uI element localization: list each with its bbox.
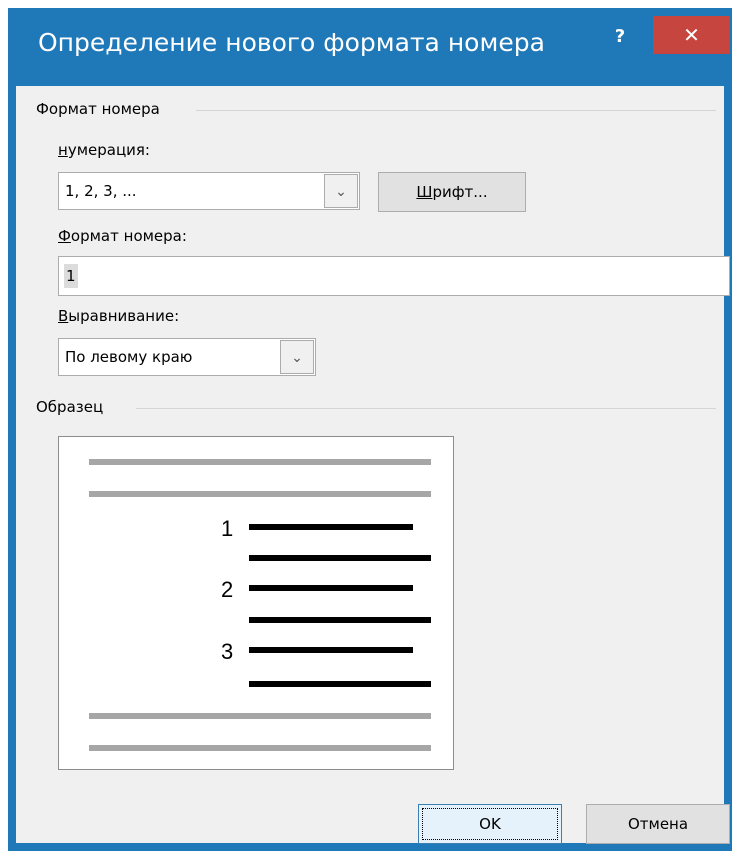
- dialog-title: Определение нового формата номера: [38, 28, 545, 57]
- ok-button[interactable]: OK: [418, 804, 562, 844]
- font-button[interactable]: Шрифт...: [378, 172, 526, 212]
- group-title-preview: Образец: [36, 398, 110, 416]
- dialog-window: Определение нового формата номера ? ✕ Фо…: [8, 8, 732, 851]
- cancel-button-label: Отмена: [627, 815, 689, 833]
- preview-gray-line: [89, 459, 431, 465]
- numbering-label: нумерация:: [58, 141, 150, 159]
- font-button-text: рифт...: [432, 183, 488, 201]
- preview-black-line: [249, 555, 431, 561]
- close-button[interactable]: ✕: [653, 16, 730, 54]
- preview-black-line: [249, 585, 413, 591]
- preview-gray-line: [89, 491, 431, 497]
- group-divider: [196, 110, 716, 111]
- preview-gray-line: [89, 745, 431, 751]
- preview-number-3: 3: [221, 639, 233, 664]
- help-button[interactable]: ?: [600, 22, 640, 52]
- format-label-accel: Ф: [58, 227, 71, 245]
- preview-black-line: [249, 524, 413, 530]
- preview-black-line: [249, 617, 431, 623]
- preview-graphic: 1 2 3: [89, 459, 431, 751]
- chevron-down-icon: ⌄: [335, 184, 347, 200]
- title-bar[interactable]: Определение нового формата номера ? ✕: [8, 8, 732, 86]
- alignment-label: Выравнивание:: [58, 307, 179, 325]
- group-title-number-format: Формат номера: [36, 100, 166, 118]
- format-input-value: 1: [64, 264, 78, 288]
- alignment-select-value: По левому краю: [65, 348, 193, 366]
- alignment-select[interactable]: По левому краю ⌄: [58, 338, 316, 376]
- alignment-dropdown-arrow[interactable]: ⌄: [280, 340, 314, 374]
- preview-black-line: [249, 647, 413, 653]
- numbering-select-value: 1, 2, 3, ...: [65, 182, 137, 200]
- group-divider: [136, 408, 716, 409]
- preview-number-2: 2: [221, 577, 233, 602]
- format-label-text: ормат номера:: [70, 227, 187, 245]
- numbering-select[interactable]: 1, 2, 3, ... ⌄: [58, 172, 360, 210]
- preview-box: 1 2 3: [58, 436, 454, 770]
- chevron-down-icon: ⌄: [291, 350, 303, 366]
- font-button-accel: Ш: [416, 183, 433, 201]
- alignment-label-accel: В: [58, 307, 69, 325]
- close-icon: ✕: [683, 23, 700, 47]
- format-label: Формат номера:: [58, 227, 187, 245]
- preview-black-line: [249, 681, 431, 687]
- cancel-button[interactable]: Отмена: [586, 804, 730, 844]
- numbering-dropdown-arrow[interactable]: ⌄: [324, 174, 358, 208]
- preview-gray-line: [89, 713, 431, 719]
- focus-rect: [422, 808, 558, 840]
- numbering-label-accel: н: [58, 141, 68, 159]
- alignment-label-text: ыравнивание:: [68, 307, 180, 325]
- preview-number-1: 1: [221, 516, 233, 541]
- dialog-content: Формат номера нумерация: 1, 2, 3, ... ⌄ …: [16, 86, 730, 844]
- numbering-label-text: умерация:: [67, 141, 150, 159]
- format-input[interactable]: 1: [58, 256, 730, 296]
